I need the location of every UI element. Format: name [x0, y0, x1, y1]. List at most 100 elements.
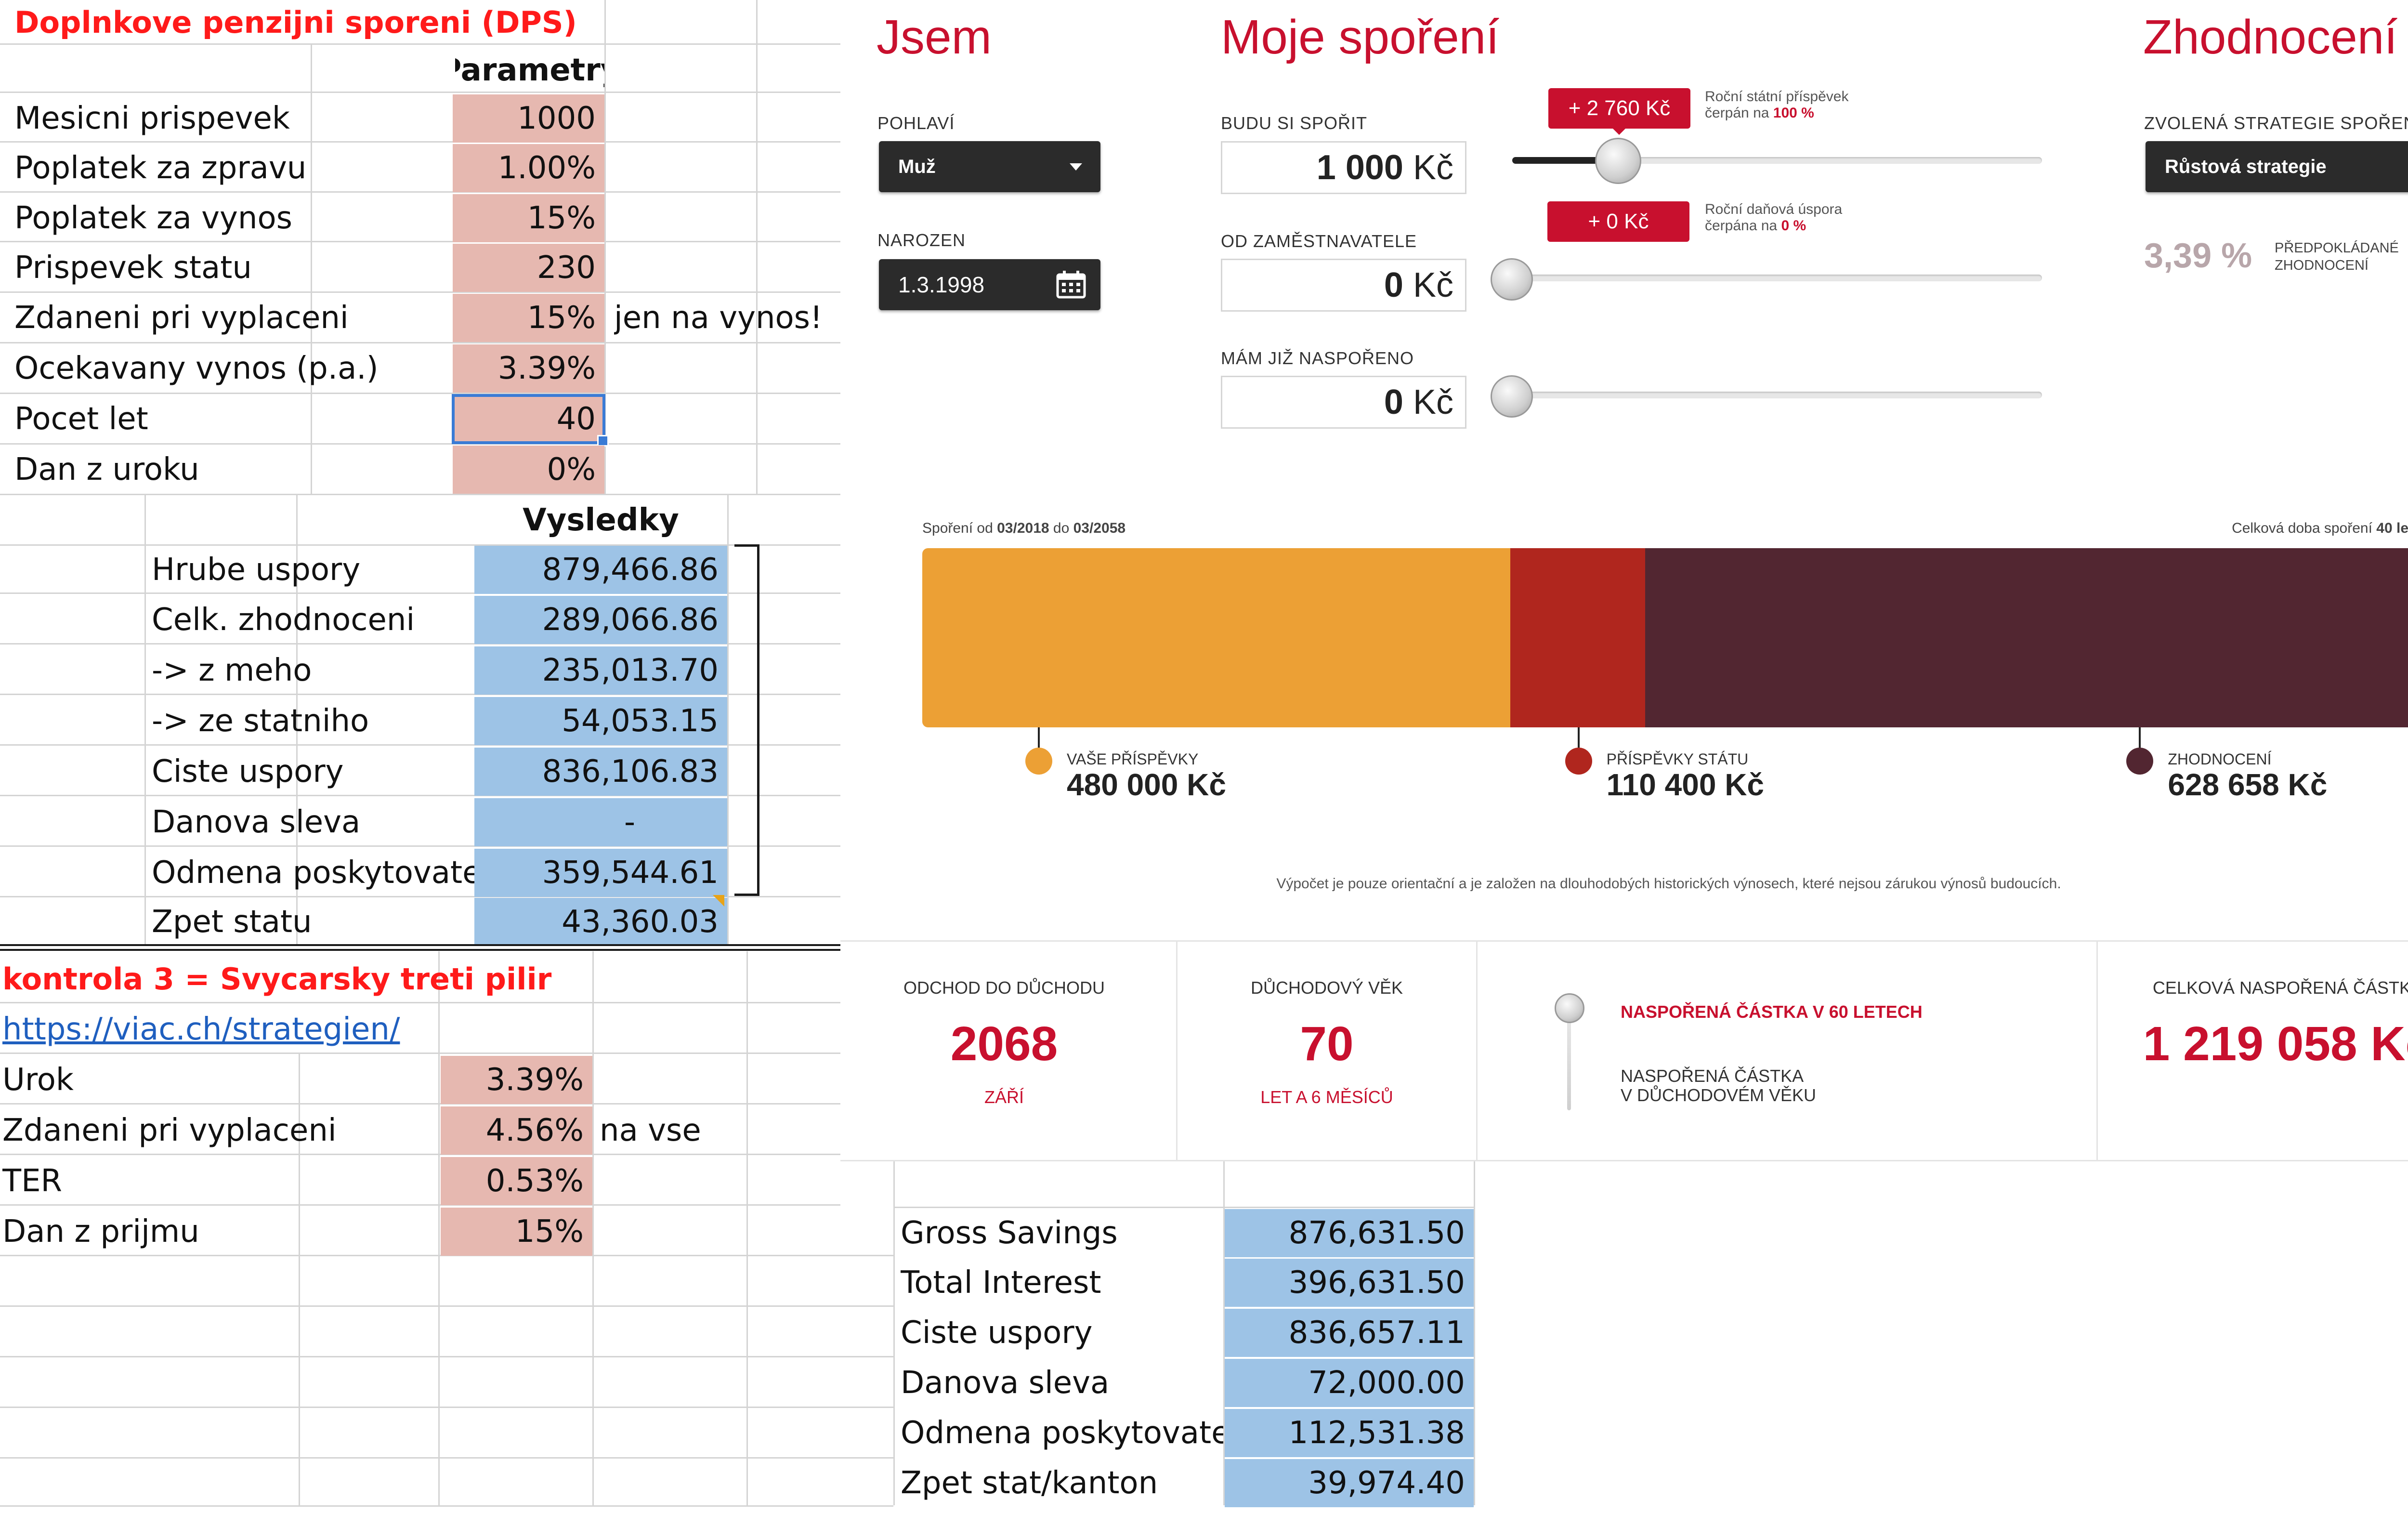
swiss-result-value[interactable]: 836,657.11	[1225, 1309, 1474, 1357]
tax-saving-note: Roční daňová úspora čerpána na 0 %	[1705, 201, 1842, 234]
param-label: Dan z uroku	[14, 452, 199, 487]
param-header: Parametry	[455, 53, 604, 88]
legend-dot	[1025, 748, 1052, 775]
swiss-result-value[interactable]: 39,974.40	[1225, 1459, 1474, 1507]
result-value[interactable]: 43,360.03	[474, 898, 727, 946]
swiss-result-label: Gross Savings	[901, 1215, 1118, 1251]
param-label: Prispevek statu	[14, 250, 252, 286]
naspoeno-slider-handle[interactable]	[1491, 375, 1533, 418]
result-value[interactable]: 235,013.70	[474, 646, 727, 695]
range-text: Spoření od 03/2018 do 03/2058	[922, 520, 1125, 537]
comment-indicator-icon[interactable]	[713, 895, 724, 907]
dps-title: Doplnkove penzijni sporeni (DPS)	[14, 4, 577, 40]
budu-input[interactable]: 1 000 Kč	[1221, 141, 1466, 194]
param-value[interactable]: 15%	[453, 294, 604, 342]
expected-rate-label: PŘEDPOKLÁDANÉ ZHODNOCENÍ	[2275, 239, 2399, 274]
result-label: Zpet statu	[152, 904, 312, 940]
naspoeno-input[interactable]: 0 Kč	[1221, 376, 1466, 429]
zamestnavatel-input[interactable]: 0 Kč	[1221, 259, 1466, 312]
viac-link[interactable]: https://viac.ch/strategien/	[2, 1005, 484, 1053]
note2-prefix: čerpána na	[1705, 218, 1781, 234]
total-prefix: Celková doba spoření	[2232, 520, 2377, 536]
result-value[interactable]: -	[474, 798, 727, 846]
retirement-year-label: ODCHOD DO DŮCHODU	[903, 978, 1105, 998]
swiss-param-value[interactable]: 3.39%	[441, 1056, 592, 1104]
mam-value: 0	[1384, 383, 1403, 421]
swiss-result-label: Ciste uspory	[901, 1315, 1093, 1351]
retirement-age-label: DŮCHODOVÝ VĚK	[1250, 978, 1403, 998]
swiss-result-value[interactable]: 876,631.50	[1225, 1209, 1474, 1257]
zam-currency: Kč	[1413, 266, 1453, 304]
retirement-month: ZÁŘÍ	[984, 1087, 1024, 1107]
zamestnavatel-slider-handle[interactable]	[1491, 258, 1533, 301]
total-savings-label: CELKOVÁ NASPOŘENÁ ČÁSTKA	[2152, 978, 2408, 998]
legend-dot	[1565, 748, 1592, 775]
zamestnavatel-slider-track[interactable]	[1512, 275, 2042, 281]
swiss-param-value[interactable]: 0.53%	[441, 1157, 592, 1205]
amount-toggle-handle[interactable]	[1555, 993, 1584, 1023]
swiss-result-label: Danova sleva	[901, 1365, 1110, 1401]
param-value[interactable]: 15%	[453, 194, 604, 242]
result-value[interactable]: 836,106.83	[474, 748, 727, 796]
gender-select[interactable]: Muž	[879, 141, 1100, 192]
strategy-label: ZVOLENÁ STRATEGIE SPOŘENÍ	[2144, 113, 2408, 133]
result-value[interactable]: 359,544.61	[474, 849, 727, 897]
zamestnavatel-label: OD ZAMĚSTNAVATELE	[1221, 231, 1417, 251]
param-value[interactable]: 3.39%	[453, 344, 604, 393]
swiss-result-label: Zpet stat/kanton	[901, 1465, 1158, 1501]
bar-segment-contributions	[922, 548, 1510, 727]
zam-value: 0	[1384, 266, 1403, 304]
swiss-param-value[interactable]: 4.56%	[441, 1106, 592, 1155]
param-value-selected[interactable]: 40	[452, 394, 605, 444]
range-to: 03/2058	[1073, 520, 1126, 536]
retirement-age-sub: LET A 6 MĚSÍCŮ	[1260, 1087, 1393, 1107]
calendar-icon[interactable]	[1056, 271, 1086, 299]
legend-value: 628 658 Kč	[2168, 767, 2328, 802]
param-value[interactable]: 0%	[453, 446, 604, 494]
legend-label: ZHODNOCENÍ	[2168, 750, 2272, 768]
param-label: Pocet let	[14, 401, 148, 437]
note1-line1: Roční státní příspěvek	[1705, 89, 1849, 105]
fill-handle[interactable]	[597, 435, 609, 447]
result-value[interactable]: 54,053.15	[474, 697, 727, 745]
retirement-age-value: 70	[1300, 1017, 1354, 1071]
param-value[interactable]: 230	[453, 244, 604, 292]
range-mid: do	[1049, 520, 1073, 536]
param-value[interactable]: 1000	[453, 94, 604, 143]
result-label: -> ze statniho	[152, 703, 369, 739]
chevron-down-icon	[1070, 163, 1082, 171]
result-label: Odmena poskytovatel	[152, 855, 474, 891]
badge-pointer	[1612, 128, 1626, 135]
strategy-select[interactable]: Růstová strategie	[2146, 141, 2408, 192]
naspoeno-label: MÁM JIŽ NASPOŘENO	[1221, 348, 1414, 368]
moje-heading: Moje spoření	[1221, 10, 1500, 64]
naspoeno-slider-track[interactable]	[1512, 392, 2042, 398]
swiss-param-label: Urok	[2, 1062, 74, 1098]
result-value[interactable]: 879,466.86	[474, 546, 727, 594]
bar-segment-appreciation	[1645, 548, 2408, 727]
toggle-option-retirement[interactable]: NASPOŘENÁ ČÁSTKA V DŮCHODOVÉM VĚKU	[1621, 1066, 1816, 1105]
toggle-option-60[interactable]: NASPOŘENÁ ČÁSTKA V 60 LETECH	[1621, 1002, 1923, 1022]
result-value[interactable]: 289,066.86	[474, 596, 727, 644]
param-label: Zdaneni pri vyplaceni	[14, 300, 349, 336]
note1-prefix: čerpán na	[1705, 105, 1773, 121]
rate-label-2: ZHODNOCENÍ	[2275, 258, 2369, 273]
swiss-result-value[interactable]: 72,000.00	[1225, 1359, 1474, 1407]
budu-currency: Kč	[1413, 148, 1453, 187]
born-date-input[interactable]: 1.3.1998	[879, 259, 1100, 310]
swiss-result-value[interactable]: 396,631.50	[1225, 1259, 1474, 1307]
swiss-param-value[interactable]: 15%	[441, 1208, 592, 1256]
param-label: Poplatek za vynos	[14, 200, 292, 236]
savings-bar	[922, 548, 2408, 727]
born-label: NAROZEN	[877, 230, 966, 250]
budu-slider-handle[interactable]	[1595, 138, 1641, 184]
param-value[interactable]: 1.00%	[453, 144, 604, 192]
result-label: -> z meho	[152, 653, 312, 688]
legend-value: 110 400 Kč	[1606, 767, 1765, 802]
param-note: jen na vynos!	[614, 300, 823, 336]
born-value: 1.3.1998	[898, 272, 985, 297]
range-prefix: Spoření od	[922, 520, 997, 536]
swiss-result-value[interactable]: 112,531.38	[1225, 1409, 1474, 1457]
note1-pct: 100 %	[1773, 105, 1814, 121]
zhodnoceni-heading: Zhodnocení	[2143, 10, 2398, 64]
